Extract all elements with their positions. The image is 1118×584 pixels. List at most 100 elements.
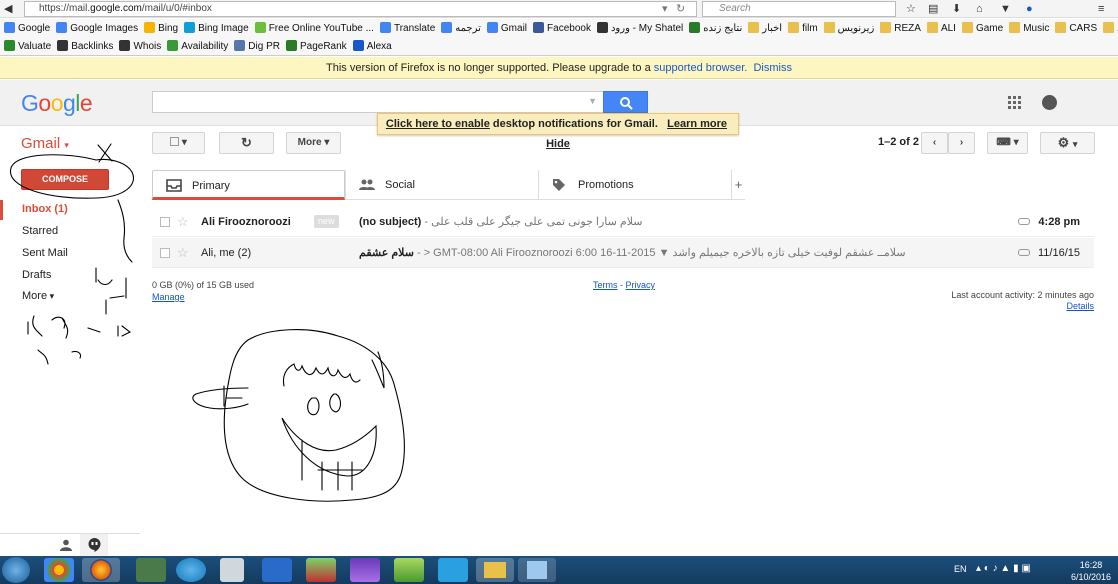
bookmark-cars[interactable]: CARS (1055, 19, 1097, 38)
search-options-icon[interactable]: ▼ (588, 96, 597, 106)
winrar-taskbar-icon[interactable] (306, 558, 336, 582)
bookmark-bing-image[interactable]: Bing Image (184, 19, 249, 38)
downloads-icon[interactable]: ⬇ (952, 2, 961, 16)
checkbox[interactable] (160, 248, 170, 258)
tab-social[interactable]: Social (345, 170, 538, 200)
firefox-taskbar-icon[interactable] (82, 558, 120, 582)
bookmark-valuate[interactable]: Valuate (4, 38, 51, 55)
terms-link[interactable]: Terms (593, 280, 618, 290)
bookmark-film[interactable]: film (788, 19, 818, 38)
sidebar-item-more[interactable]: More ▾ (22, 290, 54, 302)
browser-search-input[interactable]: Search (702, 1, 896, 17)
menu-icon[interactable]: ≡ (1098, 2, 1104, 16)
bookmark-alexa[interactable]: Alexa (352, 38, 392, 55)
clock-time[interactable]: 16:28 (1071, 560, 1111, 570)
bluestacks-taskbar-icon[interactable] (394, 558, 424, 582)
start-button[interactable] (2, 557, 30, 583)
dismiss-link[interactable]: Dismiss (753, 62, 792, 74)
tray-icons[interactable]: ▴ ◐ ♪ ▲ ▮ ▣ (976, 563, 1031, 574)
addon-icon[interactable]: ● (1026, 2, 1033, 16)
bookmark-label: Gmail (500, 23, 528, 34)
person-icon[interactable] (60, 539, 72, 551)
hide-link[interactable]: Hide (546, 138, 570, 150)
bookmark-backlinks[interactable]: Backlinks (57, 38, 113, 55)
bookmark-whois[interactable]: Whois (119, 38, 161, 55)
star-icon[interactable]: ☆ (177, 207, 189, 237)
hangouts-icon[interactable] (88, 538, 101, 552)
sidebar-item-inbox[interactable]: Inbox (1) (22, 203, 68, 215)
star-bookmark-icon[interactable]: ☆ (906, 2, 916, 16)
refresh-button[interactable]: ↻ (219, 132, 274, 154)
activity-details-link[interactable]: Details (1066, 301, 1094, 311)
checkbox[interactable] (160, 217, 170, 227)
mail-search-input[interactable]: ▼ (152, 91, 604, 113)
sidebar-item-starred[interactable]: Starred (22, 225, 58, 237)
paint-taskbar-icon[interactable] (518, 558, 556, 582)
telegram-taskbar-icon[interactable] (176, 558, 206, 582)
bookmark-label: Free Online YouTube ... (268, 23, 374, 34)
calculator-taskbar-icon[interactable] (220, 558, 244, 582)
bookmark-gmail[interactable]: Gmail (486, 19, 528, 38)
select-checkbox-button[interactable]: ▾ (152, 132, 205, 154)
home-icon[interactable]: ⌂ (976, 2, 983, 16)
bookmark-bing[interactable]: Bing (144, 19, 178, 38)
supported-browser-link[interactable]: supported browser. (654, 62, 748, 74)
prev-page-button[interactable]: ‹ (921, 132, 948, 154)
enable-notifications-link[interactable]: Click here to enable (386, 118, 490, 130)
bookmark-ali[interactable]: ALI (926, 19, 956, 38)
reader-icon[interactable]: ▤ (928, 2, 938, 16)
bookmark-free-online-youtube[interactable]: Free Online YouTube ... (254, 19, 374, 38)
sync-taskbar-icon[interactable] (438, 558, 468, 582)
bookmark-reza[interactable]: REZA (880, 19, 921, 38)
bookmark-[interactable]: نتایج زنده (689, 19, 742, 38)
email-label: new (314, 215, 339, 228)
tab-primary[interactable]: Primary (152, 170, 345, 200)
sidebar-item-drafts[interactable]: Drafts (22, 269, 51, 281)
bookmark-[interactable]: اخبار (748, 19, 782, 38)
email-row[interactable]: ☆ Ali Firooznoroozi new (no subject) - سلام… (152, 207, 1094, 237)
url-bar[interactable]: https://mail.google.com/mail/u/0/#inbox (24, 1, 697, 17)
xilisoft-taskbar-icon[interactable] (262, 558, 292, 582)
back-icon[interactable]: ◀ (4, 2, 12, 16)
terminal-taskbar-icon[interactable] (136, 558, 166, 582)
manage-storage-link[interactable]: Manage (152, 292, 185, 302)
settings-button[interactable]: ⚙ ▾ (1040, 132, 1095, 154)
language-indicator[interactable]: EN (954, 564, 967, 574)
bookmark-google[interactable]: Google (4, 19, 50, 38)
bookmark-pagerank[interactable]: PageRank (285, 38, 347, 55)
explorer-taskbar-icon[interactable] (476, 558, 514, 582)
compose-button[interactable]: COMPOSE (21, 169, 109, 190)
bookmark-music[interactable]: Music (1009, 19, 1049, 38)
add-tab-button[interactable]: + (731, 170, 745, 200)
bookmark-facebook[interactable]: Facebook (533, 19, 591, 38)
clock-date[interactable]: 6/10/2016 (1065, 572, 1117, 582)
more-actions-button[interactable]: More ▾ (286, 132, 341, 154)
reload-icon[interactable]: ↻ (676, 2, 685, 16)
gmail-app-label[interactable]: Gmail ▾ (21, 135, 69, 152)
apps-grid-icon[interactable] (1008, 96, 1022, 110)
google-logo[interactable]: Google (21, 90, 93, 117)
bookmark-translate[interactable]: Translate (379, 19, 435, 38)
visual-studio-taskbar-icon[interactable] (350, 558, 380, 582)
bookmark-[interactable]: زیرنویس (823, 19, 874, 38)
chrome-taskbar-icon[interactable] (44, 558, 74, 582)
bookmark-my-shatel[interactable]: ورود - My Shatel (596, 19, 683, 38)
bookmark-availability[interactable]: Availability (167, 38, 228, 55)
next-page-button[interactable]: › (948, 132, 975, 154)
privacy-link[interactable]: Privacy (626, 280, 656, 290)
bookmark-google-images[interactable]: Google Images (56, 19, 138, 38)
learn-more-link[interactable]: Learn more (667, 118, 727, 130)
pocket-icon[interactable]: ▼ (1000, 2, 1011, 16)
bookmark-[interactable]: ترجمه (441, 19, 481, 38)
email-row[interactable]: ☆ Ali, me (2) سلام عشقم - > GMT-08:00 Ali … (152, 238, 1094, 268)
star-icon[interactable]: ☆ (177, 238, 189, 268)
dropdown-icon[interactable]: ▾ (662, 2, 668, 16)
search-button[interactable] (603, 91, 648, 113)
input-tools-button[interactable]: ⌨ ▾ (987, 132, 1028, 154)
account-avatar[interactable] (1042, 95, 1057, 110)
bookmark-dig-pr[interactable]: Dig PR (234, 38, 280, 55)
tab-promotions[interactable]: Promotions (538, 170, 731, 200)
sidebar-item-sent-mail[interactable]: Sent Mail (22, 247, 68, 259)
bookmark-[interactable]: آپلود (1103, 19, 1118, 38)
bookmark-game[interactable]: Game (961, 19, 1003, 38)
